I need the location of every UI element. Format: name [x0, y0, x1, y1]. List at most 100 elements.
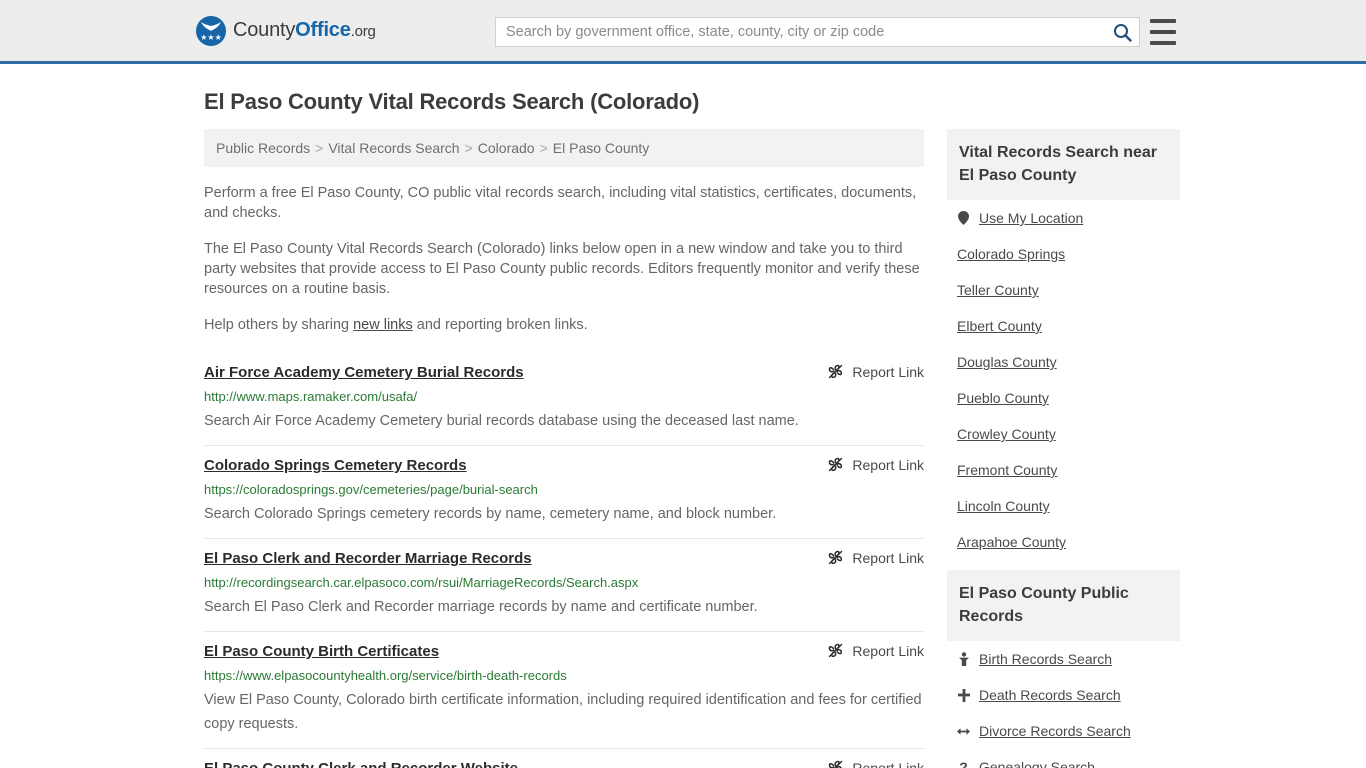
sidebar-nearby-item[interactable]: Pueblo County [947, 380, 1180, 416]
broken-link-icon [829, 643, 843, 658]
sidebar-nearby-link[interactable]: Elbert County [957, 317, 1042, 335]
sidebar-nearby-list: Use My Location Colorado Springs Teller Co… [947, 200, 1180, 560]
site-logo-link[interactable]: ★★★ CountyOffice.org [196, 15, 376, 46]
broken-link-icon [829, 550, 843, 565]
sidebar-nearby-link[interactable]: Colorado Springs [957, 245, 1065, 263]
result-header: El Paso Clerk and Recorder Marriage Reco… [204, 549, 924, 569]
search-button[interactable] [1105, 18, 1139, 46]
result-url-link[interactable]: https://www.elpasocountyhealth.org/servi… [204, 667, 924, 684]
intro-section: Perform a free El Paso County, CO public… [204, 183, 924, 335]
sidebar-nearby-item[interactable]: Teller County [947, 272, 1180, 308]
result-url-link[interactable]: http://recordingsearch.car.elpasoco.com/… [204, 574, 924, 591]
sidebar-nearby-link[interactable]: Lincoln County [957, 497, 1050, 515]
site-header: ★★★ CountyOffice.org [0, 0, 1366, 64]
sidebar-nearby-link[interactable]: Douglas County [957, 353, 1057, 371]
sidebar-nearby-item[interactable]: Douglas County [947, 344, 1180, 380]
report-link-button[interactable]: Report Link [827, 549, 924, 566]
breadcrumb-item-4[interactable]: El Paso County [553, 140, 650, 156]
question-mark-icon: ? [959, 758, 968, 768]
sidebar-public-records-link[interactable]: Death Records Search [979, 686, 1121, 704]
result-header: El Paso County Birth Certificates Report … [204, 642, 924, 662]
search-bar[interactable] [495, 17, 1140, 47]
main-content: Public Records > Vital Records Search > Colo… [204, 129, 924, 768]
report-link-label: Report Link [852, 363, 924, 380]
brand-text-org: .org [350, 23, 376, 40]
sidebar-nearby-item[interactable]: Lincoln County [947, 488, 1180, 524]
page-container: El Paso County Vital Records Search (Col… [0, 89, 1366, 768]
left-right-arrow-icon [957, 726, 970, 737]
search-input[interactable] [496, 18, 1105, 46]
cross-icon [957, 688, 970, 702]
report-link-button[interactable]: Report Link [827, 642, 924, 659]
hamburger-menu-button[interactable] [1150, 19, 1176, 45]
sidebar-public-records-item[interactable]: Birth Records Search [947, 641, 1180, 677]
result-description: View El Paso County, Colorado birth cert… [204, 692, 922, 732]
sidebar-nearby-link[interactable]: Crowley County [957, 425, 1056, 443]
result-url-link[interactable]: https://coloradosprings.gov/cemeteries/p… [204, 481, 924, 498]
sidebar-public-records-link[interactable]: Genealogy Search [979, 758, 1095, 768]
sidebar-nearby-link[interactable]: Arapahoe County [957, 533, 1066, 551]
result-item: Colorado Springs Cemetery Records Report … [204, 446, 924, 539]
sidebar-nearby-link[interactable]: Use My Location [979, 209, 1083, 227]
sidebar-public-records-item[interactable]: Divorce Records Search [947, 713, 1180, 749]
result-header: Colorado Springs Cemetery Records Report … [204, 456, 924, 476]
report-link-button[interactable]: Report Link [827, 456, 924, 473]
sidebar-public-records-item[interactable]: Death Records Search [947, 677, 1180, 713]
result-header: Air Force Academy Cemetery Burial Record… [204, 363, 924, 383]
sidebar-public-records-link[interactable]: Birth Records Search [979, 650, 1112, 668]
brand-text-office: Office [295, 19, 351, 41]
sidebar-public-records-list: Birth Records Search Death Records Search… [947, 641, 1180, 768]
sidebar-public-records-box: El Paso County Public Records Birth Reco… [947, 570, 1180, 768]
results-list: Air Force Academy Cemetery Burial Record… [204, 353, 924, 768]
logo-stars: ★★★ [200, 32, 222, 42]
sidebar-nearby-item[interactable]: Fremont County [947, 452, 1180, 488]
search-icon [1113, 23, 1132, 42]
new-links-link[interactable]: new links [353, 317, 413, 333]
sidebar-nearby-link[interactable]: Pueblo County [957, 389, 1049, 407]
report-link-label: Report Link [852, 549, 924, 566]
breadcrumb-item-3[interactable]: Colorado [478, 140, 535, 156]
broken-link-icon [829, 457, 843, 472]
result-title-link[interactable]: El Paso County Clerk and Recorder Websit… [204, 759, 518, 768]
baby-icon [957, 652, 970, 666]
sidebar-nearby-item[interactable]: Use My Location [947, 200, 1180, 236]
result-description: Search Air Force Academy Cemetery burial… [204, 413, 799, 429]
sidebar-public-records-item[interactable]: ? Genealogy Search [947, 749, 1180, 768]
sidebar-nearby-item[interactable]: Elbert County [947, 308, 1180, 344]
breadcrumb-separator: > [315, 140, 324, 156]
brand-text-county: County [233, 19, 296, 41]
intro-p3-before: Help others by sharing [204, 317, 354, 333]
sidebar-nearby-item[interactable]: Arapahoe County [947, 524, 1180, 560]
result-description: Search Colorado Springs cemetery records… [204, 506, 777, 522]
report-link-button[interactable]: Report Link [827, 363, 924, 380]
result-title-link[interactable]: Air Force Academy Cemetery Burial Record… [204, 363, 524, 383]
eagle-stars-logo-icon: ★★★ [196, 15, 226, 46]
breadcrumb-separator: > [464, 140, 473, 156]
result-url-link[interactable]: http://www.maps.ramaker.com/usafa/ [204, 388, 924, 405]
intro-paragraph-3: Help others by sharing new links and rep… [204, 315, 924, 335]
map-pin-icon [957, 211, 970, 225]
report-link-button[interactable]: Report Link [827, 759, 924, 768]
breadcrumb-item-2[interactable]: Vital Records Search [328, 140, 459, 156]
result-title-link[interactable]: El Paso County Birth Certificates [204, 642, 439, 662]
breadcrumb-item-1[interactable]: Public Records [216, 140, 310, 156]
broken-link-icon [829, 760, 843, 768]
report-link-label: Report Link [852, 456, 924, 473]
page-title: El Paso County Vital Records Search (Col… [204, 89, 700, 114]
sidebar-nearby-item[interactable]: Crowley County [947, 416, 1180, 452]
sidebar-nearby-box: Vital Records Search near El Paso County… [947, 129, 1180, 560]
hamburger-menu-icon-bar [1150, 41, 1176, 45]
result-item: El Paso Clerk and Recorder Marriage Reco… [204, 539, 924, 632]
sidebar-nearby-link[interactable]: Fremont County [957, 461, 1057, 479]
result-title-link[interactable]: El Paso Clerk and Recorder Marriage Reco… [204, 549, 532, 569]
breadcrumb-separator: > [539, 140, 548, 156]
sidebar-nearby-item[interactable]: Colorado Springs [947, 236, 1180, 272]
result-title-link[interactable]: Colorado Springs Cemetery Records [204, 456, 467, 476]
intro-p3-after: and reporting broken links. [412, 317, 588, 333]
result-header: El Paso County Clerk and Recorder Websit… [204, 759, 924, 768]
intro-paragraph-2: The El Paso County Vital Records Search … [204, 241, 920, 297]
sidebar-nearby-link[interactable]: Teller County [957, 281, 1039, 299]
result-description: Search El Paso Clerk and Recorder marria… [204, 599, 758, 615]
sidebar-public-records-heading: El Paso County Public Records [947, 570, 1180, 641]
sidebar-public-records-link[interactable]: Divorce Records Search [979, 722, 1131, 740]
